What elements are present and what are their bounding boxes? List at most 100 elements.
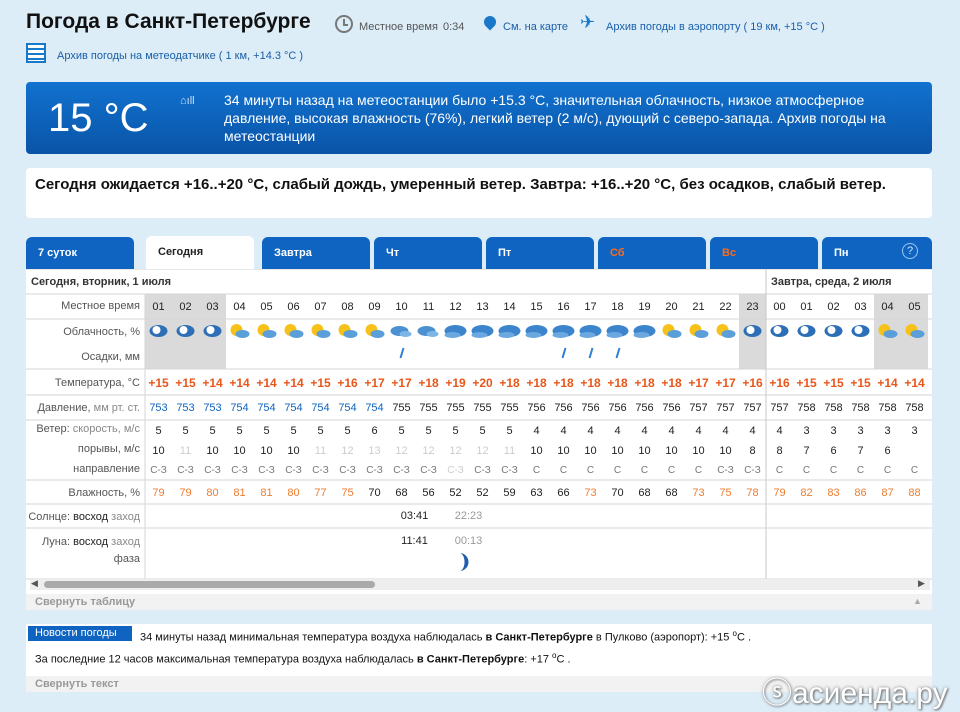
tab-6[interactable]: Сб [598,237,706,269]
day-header-today: Сегодня, вторник, 1 июля [31,276,172,288]
humidity-cell: 82 [800,487,812,499]
pressure-cell: 758 [797,402,815,414]
moonrise-time: 11:41 [401,535,428,547]
hour-cell: 03 [854,301,866,313]
humidity-cell: 80 [206,487,218,499]
pressure-cell: 756 [554,402,572,414]
collapse-up-icon[interactable]: ▲ [913,596,922,606]
tab-7[interactable]: Вс [710,237,818,269]
humidity-cell: 63 [530,487,542,499]
wind-gust-cell: 10 [260,445,272,457]
humidity-cell: 86 [854,487,866,499]
collapse-table-button[interactable]: Свернуть таблицу [26,594,932,610]
hour-cell: 04 [881,301,893,313]
sun-cloud-icon [338,324,358,338]
current-weather-text: 34 минуты назад на метеостанции было +15… [224,92,886,144]
wind-direction-cell: С-З [501,465,518,476]
map-link[interactable]: См. на карте [503,21,568,33]
wind-gust-cell: 13 [368,445,380,457]
wind-speed-cell: 5 [479,425,485,437]
wind-gust-cell: 7 [857,445,863,457]
night-cloudy-icon [851,325,870,337]
humidity-cell: 87 [881,487,893,499]
tab-5[interactable]: Пт [486,237,594,269]
wind-direction-cell: С [776,465,783,476]
weather-station-icon: ⌂ıll [180,95,195,107]
hour-cell: 06 [287,301,299,313]
wind-direction-cell: С-З [474,465,491,476]
wind-gust-cell: 12 [422,445,434,457]
temperature-cell: +14 [877,376,898,390]
scrollbar-thumb[interactable] [44,581,375,588]
sun-cloud-icon [662,324,682,338]
cloudy-icon [417,326,439,337]
wind-speed-cell: 5 [290,425,296,437]
humidity-cell: 73 [692,487,704,499]
moon-label-set: заход [108,536,140,548]
help-icon[interactable]: ? [902,243,918,259]
hour-cell: 05 [260,301,272,313]
night-cloudy-icon [743,325,762,337]
tab-2[interactable]: Сегодня [146,236,254,269]
wind-direction-cell: С [587,465,594,476]
wind-gust-cell: 10 [530,445,542,457]
plane-icon: ✈ [580,12,596,32]
night-cloudy-icon [203,325,222,337]
wind-direction-cell: С-З [258,465,275,476]
temperature-cell: +15 [850,376,871,390]
temperature-cell: +16 [769,376,790,390]
sun-cloud-icon [230,324,250,338]
wind-direction-cell: С-З [420,465,437,476]
wind-gust-cell: 10 [152,445,164,457]
wind-gust-cell: 8 [749,445,755,457]
pressure-cell: 757 [716,402,734,414]
night-cloudy-icon [770,325,789,337]
temperature-cell: +14 [256,376,277,390]
moon-label-rise: восход [73,536,109,548]
wind-speed-cell: 3 [857,425,863,437]
temperature-cell: +15 [310,376,331,390]
rain-drop-icon [399,347,405,359]
temp-label-unit: °C [127,377,140,389]
news-1-unit: С . [736,631,751,644]
wind-gust-cell: 12 [476,445,488,457]
wind-direction-cell: С [641,465,648,476]
news-2-value: : +17 [524,653,553,666]
news-badge: Новости погоды [28,626,132,641]
row-label-precip: Осадки, мм [81,351,140,363]
pressure-cell: 758 [905,402,923,414]
wind-speed-cell: 5 [263,425,269,437]
pressure-cell: 754 [230,402,248,414]
humidity-cell: 78 [746,487,758,499]
hourly-table: 01 +15 753 5 10 С-З 79 02 +15 753 5 11 С-З 79 03 +14 753… [26,269,932,609]
tab-3[interactable]: Завтра [262,237,370,269]
scroll-left-icon[interactable]: ◀ [31,578,38,589]
hour-cell: 02 [179,301,191,313]
local-time-label: Местное время [359,21,438,33]
row-label-direction: направление [73,463,140,475]
wind-gust-cell: 8 [776,445,782,457]
wind-speed-cell: 5 [425,425,431,437]
hour-cell: 21 [692,301,704,313]
sun-cloud-icon [689,324,709,338]
tab-1[interactable]: 7 суток [26,237,134,269]
pressure-cell: 757 [689,402,707,414]
wind-speed-cell: 5 [452,425,458,437]
temperature-cell: +18 [418,376,439,390]
humidity-cell: 52 [476,487,488,499]
scroll-right-icon[interactable]: ▶ [918,578,925,589]
station-archive-link[interactable]: Архив погоды на метеодатчике ( 1 км, +14… [57,50,303,62]
temperature-cell: +19 [445,376,466,390]
pressure-cell: 755 [392,402,410,414]
row-label-humidity: Влажность, % [68,487,140,499]
night-cloudy-icon [149,325,168,337]
forecast-summary: Сегодня ожидается +16..+20 °C, слабый до… [35,176,886,193]
pressure-cell: 758 [824,402,842,414]
overcast-icon [579,325,602,338]
hour-cell: 00 [773,301,785,313]
wind-direction-cell: С-З [177,465,194,476]
airport-archive-link[interactable]: Архив погоды в аэропорту ( 19 км, +15 °C… [606,21,825,33]
humidity-cell: 68 [665,487,677,499]
wind-direction-cell: С-З [717,465,734,476]
tab-4[interactable]: Чт [374,237,482,269]
